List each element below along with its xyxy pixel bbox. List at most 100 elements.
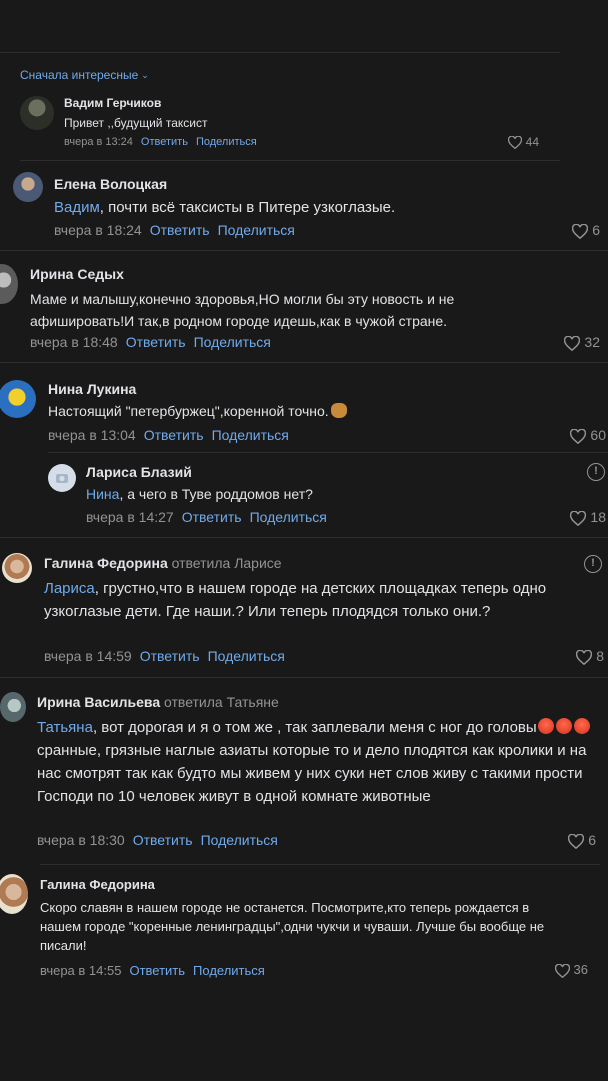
- share-button[interactable]: Поделиться: [218, 222, 295, 238]
- comment-divider: [40, 864, 600, 865]
- comment-author[interactable]: Вадим Герчиков: [64, 96, 161, 110]
- mention-link[interactable]: Вадим: [54, 199, 100, 216]
- sort-dropdown[interactable]: Сначала интересные ⌄: [20, 68, 149, 82]
- comment-meta: вчера в 14:55 Ответить Поделиться: [40, 963, 265, 978]
- comment-text: Нина, а чего в Туве роддомов нет?: [86, 486, 313, 502]
- comment-time: вчера в 13:24: [64, 136, 133, 148]
- comment-text: Лариса, грустно,что в нашем городе на де…: [44, 580, 547, 620]
- comment-author[interactable]: Ирина Васильева ответила Татьяне: [37, 694, 279, 710]
- comment-divider: [0, 677, 608, 678]
- comment-text: Маме и малышу,конечно здоровья,НО могли …: [30, 291, 455, 329]
- share-button[interactable]: Поделиться: [212, 427, 289, 443]
- comment-meta: вчера в 13:04 Ответить Поделиться: [48, 427, 289, 443]
- avatar[interactable]: [20, 96, 54, 130]
- reply-to-label: ответила Ларисе: [171, 555, 282, 571]
- comment-text: Татьяна, вот дорогая и я о том же , так …: [37, 716, 597, 808]
- angry-face-emoji: [573, 718, 590, 734]
- comment-time: вчера в 13:04: [48, 427, 136, 443]
- exclamation-circle-icon[interactable]: !: [584, 555, 602, 573]
- share-button[interactable]: Поделиться: [201, 832, 278, 848]
- comment-author[interactable]: Лариса Блазий: [86, 464, 192, 480]
- avatar[interactable]: [0, 874, 28, 914]
- comment-time: вчера в 18:30: [37, 832, 125, 848]
- like-count: 32: [584, 334, 600, 350]
- comment-author[interactable]: Галина Федорина: [40, 877, 155, 892]
- comment-meta: вчера в 18:24 Ответить Поделиться: [54, 222, 295, 238]
- comment-time: вчера в 18:48: [30, 334, 118, 350]
- reply-button[interactable]: Ответить: [126, 334, 186, 350]
- comment-divider: [0, 250, 608, 251]
- like-button[interactable]: 60: [548, 427, 606, 444]
- chevron-down-icon: ⌄: [141, 70, 149, 80]
- comment-text: Настоящий "петербуржец",коренной точно.: [48, 403, 347, 419]
- camera-icon: [56, 474, 68, 483]
- comment-author[interactable]: Елена Волоцкая: [54, 176, 167, 192]
- avatar[interactable]: [0, 380, 36, 418]
- comment-text: Скоро славян в нашем городе не останется…: [40, 900, 545, 953]
- mention-link[interactable]: Татьяна: [37, 719, 93, 736]
- like-button[interactable]: 6: [556, 222, 600, 239]
- share-button[interactable]: Поделиться: [196, 136, 257, 148]
- heart-icon: [568, 833, 585, 849]
- avatar[interactable]: [0, 264, 18, 304]
- reply-button[interactable]: Ответить: [141, 136, 188, 148]
- sort-label: Сначала интересные: [20, 68, 139, 82]
- like-button[interactable]: 6: [552, 832, 596, 849]
- heart-icon: [554, 963, 570, 978]
- like-count: 18: [590, 509, 606, 525]
- share-button[interactable]: Поделиться: [193, 963, 265, 978]
- like-button[interactable]: 8: [560, 648, 604, 665]
- avatar[interactable]: [2, 553, 32, 583]
- comment-divider: [0, 537, 608, 538]
- like-button[interactable]: 36: [538, 962, 588, 978]
- comment-time: вчера в 18:24: [54, 222, 142, 238]
- comment-divider: [0, 362, 608, 363]
- reply-button[interactable]: Ответить: [150, 222, 210, 238]
- mention-link[interactable]: Нина: [86, 486, 119, 502]
- heart-icon: [570, 510, 587, 526]
- like-button[interactable]: 18: [554, 509, 606, 526]
- reply-button[interactable]: Ответить: [144, 427, 204, 443]
- avatar[interactable]: [13, 172, 43, 202]
- reply-button[interactable]: Ответить: [133, 832, 193, 848]
- angry-face-emoji: [537, 718, 554, 734]
- comment-time: вчера в 14:59: [44, 648, 132, 664]
- comment-author[interactable]: Галина Федорина ответила Ларисе: [44, 555, 282, 571]
- comment-divider: [20, 160, 560, 161]
- heart-icon: [570, 428, 587, 444]
- like-count: 6: [592, 222, 600, 238]
- comment-author[interactable]: Ирина Седых: [30, 266, 124, 282]
- top-divider: [0, 52, 560, 53]
- comment-meta: вчера в 13:24 Ответить Поделиться: [64, 136, 257, 148]
- heart-icon: [576, 649, 593, 665]
- share-button[interactable]: Поделиться: [194, 334, 271, 350]
- comment-divider: [48, 452, 608, 453]
- reply-button[interactable]: Ответить: [140, 648, 200, 664]
- reply-to-label: ответила Татьяне: [164, 694, 279, 710]
- like-count: 8: [596, 648, 604, 664]
- comment-meta: вчера в 18:48 Ответить Поделиться: [30, 334, 271, 350]
- like-count: 60: [590, 427, 606, 443]
- reply-button[interactable]: Ответить: [129, 963, 185, 978]
- comment-author[interactable]: Нина Лукина: [48, 381, 136, 397]
- reply-button[interactable]: Ответить: [182, 509, 242, 525]
- comment-time: вчера в 14:55: [40, 963, 122, 978]
- share-button[interactable]: Поделиться: [208, 648, 285, 664]
- exclamation-circle-icon[interactable]: !: [587, 463, 605, 481]
- avatar[interactable]: [0, 692, 26, 722]
- share-button[interactable]: Поделиться: [250, 509, 327, 525]
- comment-meta: вчера в 18:30 Ответить Поделиться: [37, 832, 278, 848]
- heart-icon: [572, 223, 589, 239]
- mention-link[interactable]: Лариса: [44, 580, 95, 597]
- like-count: 44: [525, 135, 539, 149]
- angry-face-emoji: [555, 718, 572, 734]
- heart-icon: [507, 136, 522, 150]
- comment-meta: вчера в 14:27 Ответить Поделиться: [86, 509, 327, 525]
- like-count: 36: [573, 962, 588, 977]
- comment-text: Привет ,,будущий таксист: [64, 116, 208, 130]
- like-button[interactable]: 44: [495, 135, 539, 150]
- like-button[interactable]: 32: [548, 334, 600, 351]
- teddy-bear-emoji: [330, 403, 347, 418]
- like-count: 6: [588, 832, 596, 848]
- avatar[interactable]: [48, 464, 76, 492]
